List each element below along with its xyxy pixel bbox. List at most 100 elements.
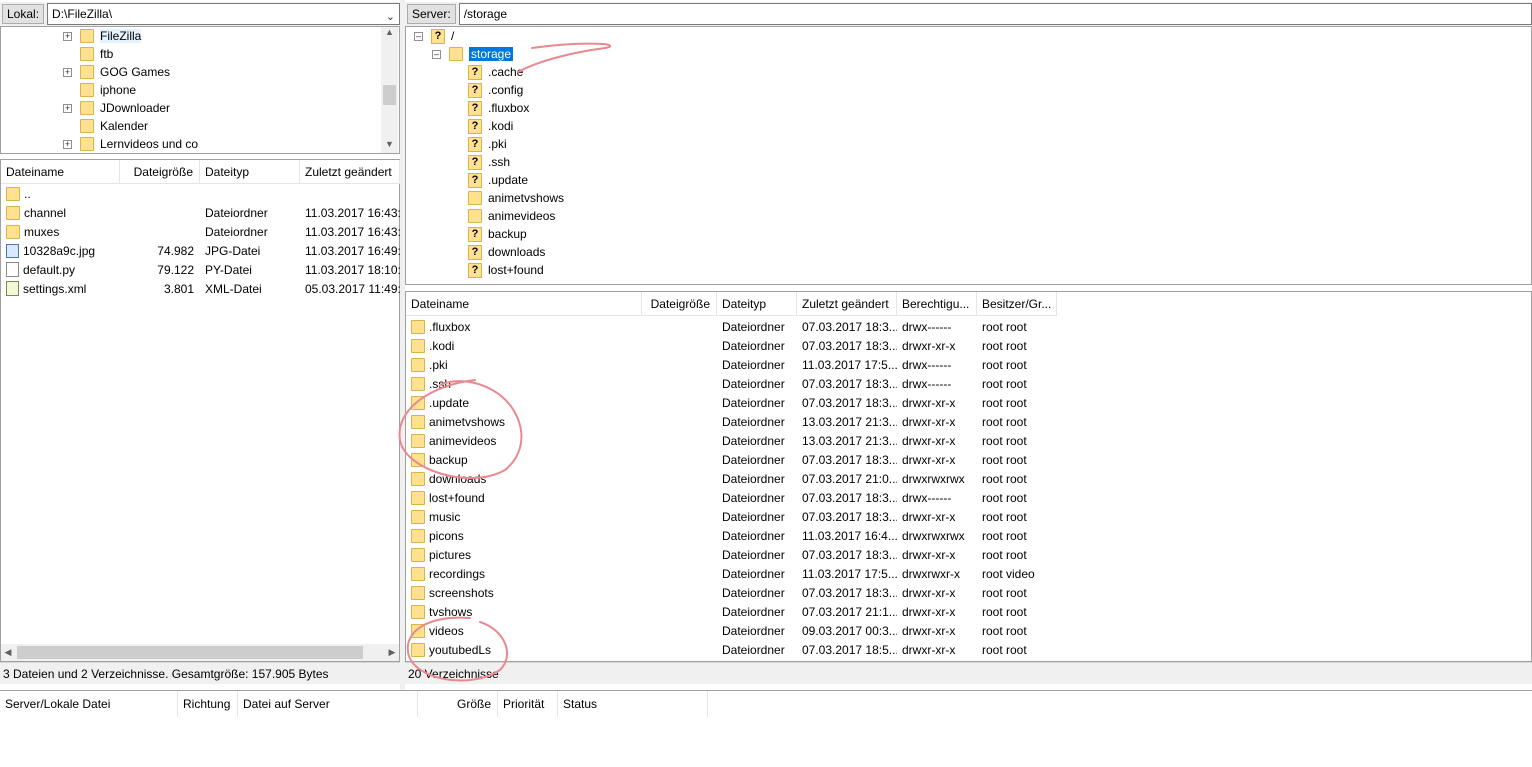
tree-item-root[interactable]: – ? / xyxy=(414,27,454,45)
table-row[interactable]: .fluxbox Dateiordner 07.03.2017 18:3... drw… xyxy=(406,317,1057,336)
table-row[interactable]: 10328a9c.jpg 74.982 JPG-Datei 11.03.2017 16… xyxy=(1,241,400,260)
folder-icon xyxy=(411,585,425,600)
tree-item[interactable]: ? lost+found xyxy=(468,261,544,279)
expand-icon[interactable]: + xyxy=(63,103,72,113)
cell-filesize xyxy=(642,450,717,469)
col-filetype[interactable]: Dateityp xyxy=(717,292,797,316)
table-row[interactable]: muxes Dateiordner 11.03.2017 16:43:3 xyxy=(1,222,400,241)
tree-item[interactable]: + Lernvideos und co xyxy=(63,135,198,153)
tree-item-label: / xyxy=(451,29,455,43)
scroll-right-icon[interactable]: ▶ xyxy=(385,644,399,661)
remote-directory-tree[interactable]: – ? / – storage ? .cache? .config? .fluxbox… xyxy=(405,26,1532,285)
col-filename[interactable]: Dateiname xyxy=(1,160,120,184)
table-row[interactable]: recordings Dateiordner 11.03.2017 17:5... d… xyxy=(406,564,1057,583)
table-row[interactable]: pictures Dateiordner 07.03.2017 18:3... drw… xyxy=(406,545,1057,564)
tree-item[interactable]: ? .ssh xyxy=(468,153,510,171)
tree-item[interactable]: + JDownloader xyxy=(63,99,170,117)
cell-modified: 09.03.2017 00:3... xyxy=(802,623,897,638)
local-file-list[interactable]: Dateiname Dateigröße Dateityp Zuletzt ge… xyxy=(0,159,400,662)
tree-item[interactable]: Kalender xyxy=(63,117,148,135)
table-row[interactable]: channel Dateiordner 11.03.2017 16:43:3 xyxy=(1,203,400,222)
chevron-down-icon[interactable]: ⌄ xyxy=(386,7,395,27)
table-row[interactable]: .pki Dateiordner 11.03.2017 17:5... drwx---… xyxy=(406,355,1057,374)
file-name: .pki xyxy=(429,357,448,372)
col-filename[interactable]: Dateiname xyxy=(406,292,642,316)
table-row[interactable]: animetvshows Dateiordner 13.03.2017 21:3..… xyxy=(406,412,1057,431)
folder-icon xyxy=(411,471,425,486)
table-row[interactable]: .ssh Dateiordner 07.03.2017 18:3... drwx---… xyxy=(406,374,1057,393)
cell-filetype: Dateiordner xyxy=(722,338,785,353)
table-row[interactable]: default.py 79.122 PY-Datei 11.03.2017 18:10… xyxy=(1,260,400,279)
tree-item[interactable]: ? .config xyxy=(468,81,523,99)
tree-item[interactable]: ? .pki xyxy=(468,135,507,153)
table-row[interactable]: .kodi Dateiordner 07.03.2017 18:3... drwxr-… xyxy=(406,336,1057,355)
col-filesize[interactable]: Dateigröße xyxy=(642,292,717,316)
table-row[interactable]: settings.xml 3.801 XML-Datei 05.03.2017 11:… xyxy=(1,279,400,298)
col-size[interactable]: Größe xyxy=(418,691,498,717)
tree-item[interactable]: animevideos xyxy=(468,207,555,225)
local-directory-tree[interactable]: + FileZilla ftb + GOG Games iphone + JDownloade… xyxy=(0,26,400,154)
tree-item-storage[interactable]: – storage xyxy=(432,45,514,63)
local-list-hscrollbar[interactable]: ◀ ▶ xyxy=(1,644,399,661)
transfer-queue[interactable]: Server/Lokale Datei Richtung Datei auf S… xyxy=(0,690,1532,767)
expand-icon[interactable]: + xyxy=(63,67,72,77)
col-server-local-file[interactable]: Server/Lokale Datei xyxy=(0,691,178,717)
tree-item[interactable]: ? .fluxbox xyxy=(468,99,529,117)
remote-file-list[interactable]: Dateiname Dateigröße Dateityp Zuletzt ge… xyxy=(405,291,1532,662)
col-filesize[interactable]: Dateigröße xyxy=(120,160,200,184)
table-row[interactable]: .update Dateiordner 07.03.2017 18:3... drwx… xyxy=(406,393,1057,412)
col-owner[interactable]: Besitzer/Gr... xyxy=(977,292,1057,316)
col-remote-file[interactable]: Datei auf Server xyxy=(238,691,418,717)
scroll-left-icon[interactable]: ◀ xyxy=(1,644,15,661)
scrollbar-thumb[interactable] xyxy=(17,646,363,659)
col-filetype[interactable]: Dateityp xyxy=(200,160,300,184)
table-row[interactable]: music Dateiordner 07.03.2017 18:3... drwxr-… xyxy=(406,507,1057,526)
cell-filesize xyxy=(642,621,717,640)
col-permissions[interactable]: Berechtigu... xyxy=(897,292,977,316)
table-row[interactable]: .. xyxy=(1,184,400,203)
tree-item[interactable]: ? .update xyxy=(468,171,528,189)
remote-list-header: Dateiname Dateigröße Dateityp Zuletzt ge… xyxy=(406,292,1057,316)
folder-icon xyxy=(411,528,425,543)
tree-item[interactable]: iphone xyxy=(63,81,136,99)
col-priority[interactable]: Priorität xyxy=(498,691,558,717)
cell-filename: downloads xyxy=(406,469,642,488)
cell-permissions: drwxr-xr-x xyxy=(902,623,956,638)
table-row[interactable]: animevideos Dateiordner 13.03.2017 21:3...… xyxy=(406,431,1057,450)
collapse-icon[interactable]: – xyxy=(414,31,423,41)
collapse-icon[interactable]: – xyxy=(432,49,441,59)
expand-icon[interactable]: + xyxy=(63,31,72,41)
col-modified[interactable]: Zuletzt geändert xyxy=(300,160,400,184)
expand-icon[interactable]: + xyxy=(63,139,72,149)
cell-filetype: Dateiordner xyxy=(722,414,785,429)
local-path-input[interactable]: D:\FileZilla\ ⌄ xyxy=(47,3,400,25)
table-row[interactable]: videos Dateiordner 09.03.2017 00:3... drwxr… xyxy=(406,621,1057,640)
unknown-folder-icon: ? xyxy=(468,172,482,188)
tree-item[interactable]: ? .kodi xyxy=(468,117,513,135)
cell-filetype: Dateiordner xyxy=(722,604,785,619)
tree-item[interactable]: animetvshows xyxy=(468,189,564,207)
table-row[interactable]: backup Dateiordner 07.03.2017 18:3... drwxr… xyxy=(406,450,1057,469)
col-status[interactable]: Status xyxy=(558,691,708,717)
table-row[interactable]: picons Dateiordner 11.03.2017 16:4... drwxr… xyxy=(406,526,1057,545)
tree-item[interactable]: ftb xyxy=(63,45,113,63)
col-direction[interactable]: Richtung xyxy=(178,691,238,717)
tree-item[interactable]: ? .cache xyxy=(468,63,523,81)
table-row[interactable]: youtubedLs Dateiordner 07.03.2017 18:5... d… xyxy=(406,640,1057,659)
folder-icon xyxy=(411,566,425,581)
tree-item[interactable]: ? downloads xyxy=(468,243,545,261)
tree-item[interactable]: + FileZilla xyxy=(63,27,142,45)
cell-filesize xyxy=(642,412,717,431)
table-row[interactable]: tvshows Dateiordner 07.03.2017 21:1... drwx… xyxy=(406,602,1057,621)
scrollbar-thumb[interactable] xyxy=(383,85,396,105)
tree-item[interactable]: ? backup xyxy=(468,225,527,243)
remote-path-input[interactable]: /storage xyxy=(458,3,1532,25)
table-row[interactable]: lost+found Dateiordner 07.03.2017 18:3... d… xyxy=(406,488,1057,507)
tree-item[interactable]: + GOG Games xyxy=(63,63,170,81)
scroll-up-icon[interactable]: ▲ xyxy=(381,27,398,41)
col-modified[interactable]: Zuletzt geändert xyxy=(797,292,897,316)
table-row[interactable]: screenshots Dateiordner 07.03.2017 18:3...… xyxy=(406,583,1057,602)
scroll-down-icon[interactable]: ▼ xyxy=(381,139,398,153)
table-row[interactable]: downloads Dateiordner 07.03.2017 21:0... dr… xyxy=(406,469,1057,488)
local-tree-scrollbar[interactable]: ▲ ▼ xyxy=(381,27,398,153)
